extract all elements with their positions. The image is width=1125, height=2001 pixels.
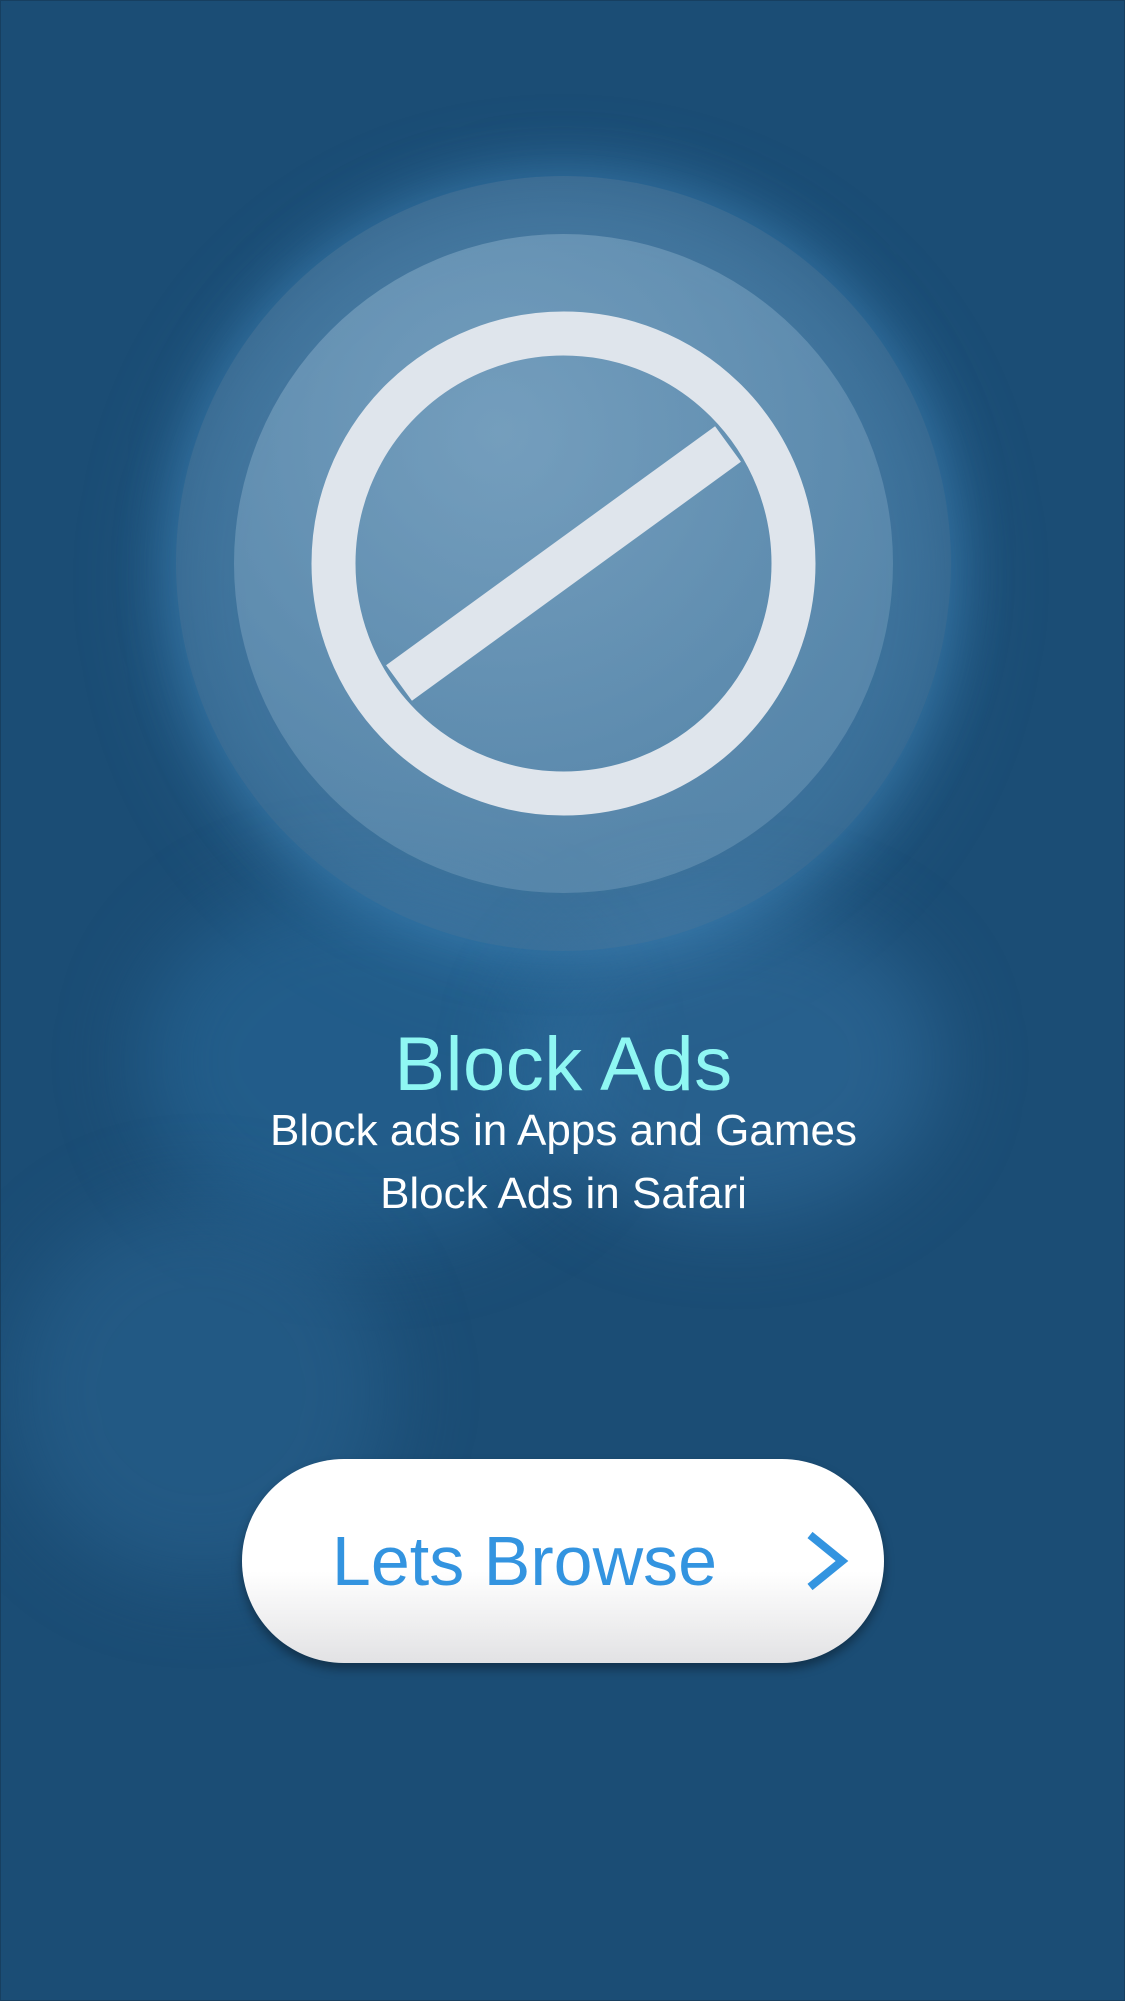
lets-browse-label: Lets Browse [331, 1522, 718, 1600]
chevron-right-icon [807, 1531, 849, 1591]
onboarding-screen: Block Ads Block ads in Apps and Games Bl… [0, 0, 1125, 2001]
subtitle-line: Block Ads in Safari [380, 1169, 747, 1218]
subtitle-line: Block ads in Apps and Games [270, 1106, 857, 1155]
page-title: Block Ads [394, 1022, 733, 1107]
hero-illustration [176, 176, 951, 951]
lets-browse-button[interactable]: Lets Browse [242, 1459, 884, 1663]
block-icon [311, 311, 816, 816]
